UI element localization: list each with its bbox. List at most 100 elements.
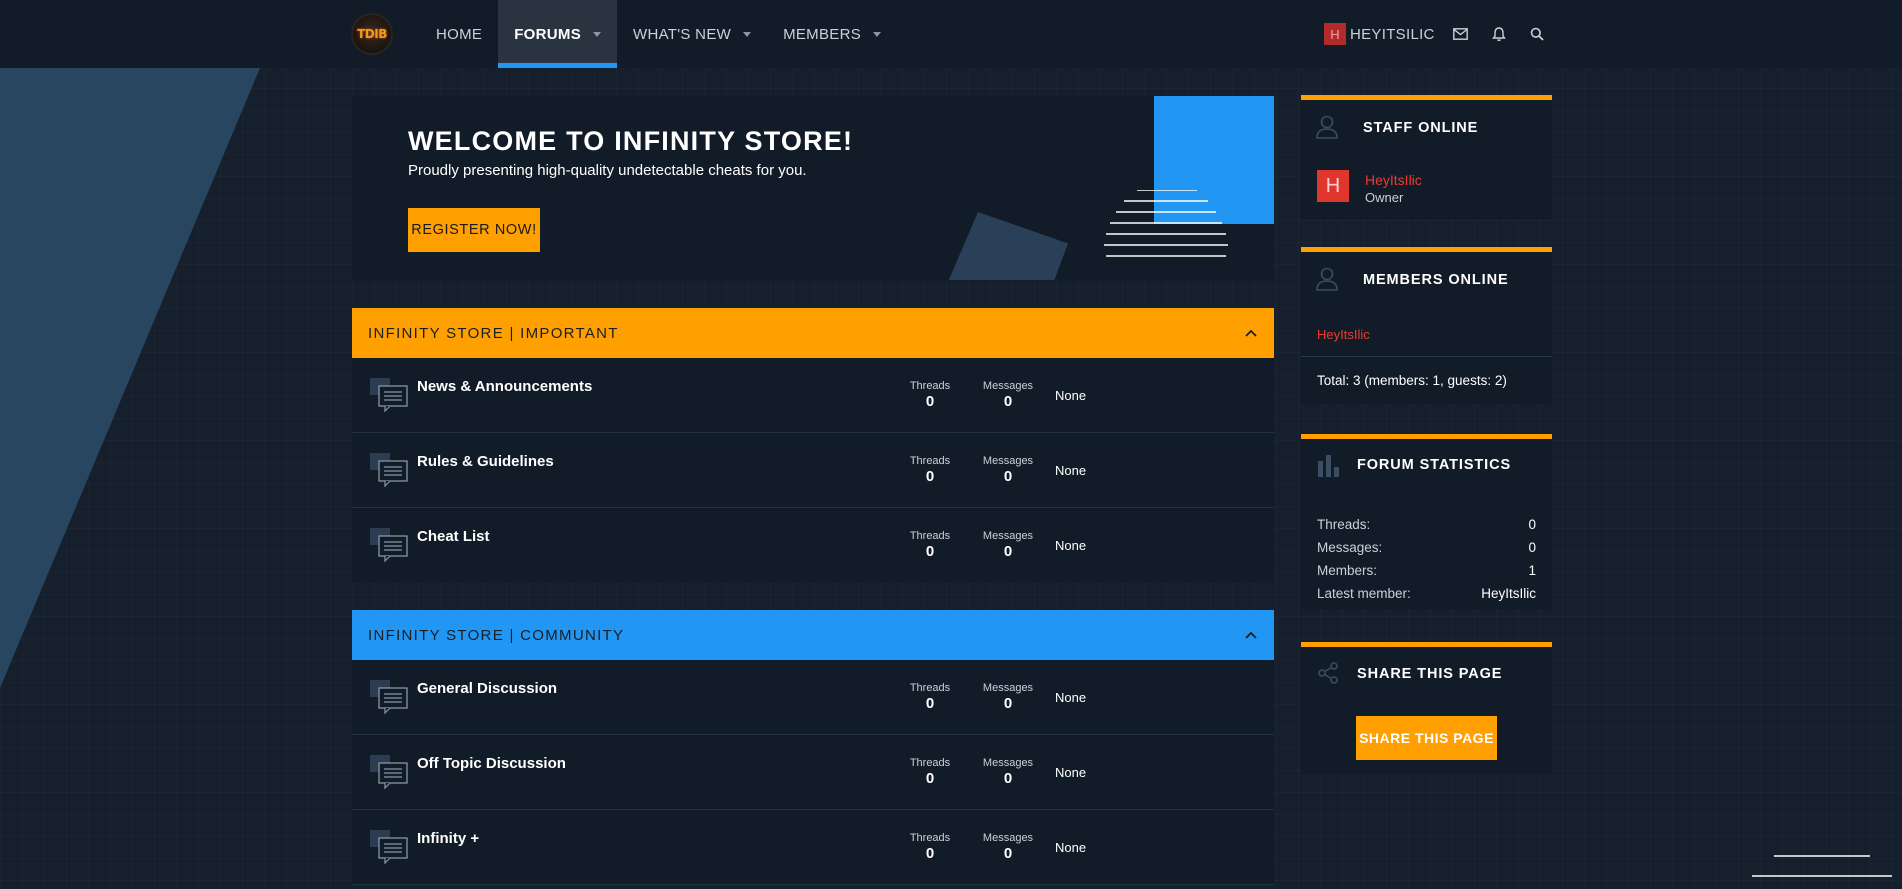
messages-count: 0 (1003, 468, 1013, 485)
caret-down-icon[interactable] (743, 31, 752, 37)
staff-member-name[interactable]: HeyItsIlic (1365, 172, 1422, 188)
messages-stat: Messages 0 (978, 682, 1038, 712)
messages-label: Messages (982, 757, 1034, 769)
threads-count: 0 (925, 695, 935, 712)
messages-label: Messages (982, 530, 1034, 542)
staff-avatar[interactable]: H (1317, 170, 1349, 202)
forum-title-link[interactable]: News & Announcements (417, 378, 592, 395)
last-post: None (1055, 388, 1087, 403)
staff-member-role: Owner (1365, 190, 1404, 205)
bell-icon[interactable] (1487, 22, 1511, 46)
stat-key: Threads: (1317, 517, 1371, 532)
category-title: INFINITY STORE | COMMUNITY (368, 626, 625, 644)
forum-chat-icon (370, 528, 408, 563)
threads-label: Threads (909, 530, 951, 542)
category-header-community[interactable]: INFINITY STORE | COMMUNITY (352, 610, 1274, 660)
threads-count: 0 (925, 845, 935, 862)
forum-row: Infinity + Threads 0 Messages 0 None (352, 810, 1274, 885)
category-header-important[interactable]: INFINITY STORE | IMPORTANT (352, 308, 1274, 358)
staff-online-title: STAFF ONLINE (1363, 120, 1479, 136)
threads-stat: Threads 0 (900, 380, 960, 410)
register-button[interactable]: REGISTER NOW! (408, 208, 540, 252)
user-menu-link[interactable]: HEYITSILIC (1350, 26, 1435, 43)
threads-stat: Threads 0 (900, 832, 960, 862)
members-online-title: MEMBERS ONLINE (1363, 272, 1509, 288)
messages-count: 0 (1003, 695, 1013, 712)
threads-label: Threads (909, 455, 951, 467)
stat-row-members: Members: 1 (1317, 563, 1536, 578)
welcome-title: WELCOME TO INFINITY STORE! (408, 126, 854, 156)
forum-title-link[interactable]: General Discussion (417, 680, 557, 697)
threads-label: Threads (909, 832, 951, 844)
user-avatar[interactable]: H (1324, 23, 1346, 45)
caret-down-icon[interactable] (873, 31, 882, 37)
divider (1301, 356, 1552, 357)
messages-stat: Messages 0 (978, 530, 1038, 560)
messages-count: 0 (1003, 393, 1013, 410)
site-logo[interactable]: TDIB (351, 13, 393, 55)
stat-row-latest-member: Latest member: HeyItsIlic (1317, 586, 1536, 601)
forum-title-link[interactable]: Infinity + (417, 830, 479, 847)
threads-stat: Threads 0 (900, 455, 960, 485)
banner-lines-decoration (1104, 190, 1228, 257)
nav-forums[interactable]: FORUMS (498, 0, 617, 68)
forum-row: News & Announcements Threads 0 Messages 0 … (352, 358, 1274, 433)
share-page-button[interactable]: SHARE THIS PAGE (1356, 716, 1497, 760)
members-online-block: MEMBERS ONLINE HeyItsIlic Total: 3 (memb… (1301, 247, 1552, 404)
latest-member-link[interactable]: HeyItsIlic (1481, 586, 1536, 601)
threads-label: Threads (909, 682, 951, 694)
bar-chart-icon (1318, 455, 1339, 477)
nav-members[interactable]: MEMBERS (767, 0, 897, 68)
messages-count: 0 (1003, 770, 1013, 787)
mail-icon[interactable] (1449, 22, 1473, 46)
forum-statistics-block: FORUM STATISTICS Threads: 0 Messages: 0 Me… (1301, 434, 1552, 609)
stat-value: 0 (1528, 540, 1536, 555)
messages-count: 0 (1003, 543, 1013, 560)
stat-value: 1 (1528, 563, 1536, 578)
forum-row: Rules & Guidelines Threads 0 Messages 0 No… (352, 433, 1274, 508)
stat-value: 0 (1528, 517, 1536, 532)
staff-online-block: STAFF ONLINE H HeyItsIlic Owner (1301, 95, 1552, 219)
forum-row: Off Topic Discussion Threads 0 Messages 0 … (352, 735, 1274, 810)
messages-label: Messages (982, 832, 1034, 844)
search-icon[interactable] (1525, 22, 1549, 46)
forum-title-link[interactable]: Rules & Guidelines (417, 453, 554, 470)
chevron-up-icon[interactable] (1244, 628, 1258, 642)
stat-row-threads: Threads: 0 (1317, 517, 1536, 532)
threads-count: 0 (925, 543, 935, 560)
last-post: None (1055, 840, 1087, 855)
messages-stat: Messages 0 (978, 832, 1038, 862)
nav-whats-new-label: WHAT'S NEW (633, 25, 732, 43)
share-title: SHARE THIS PAGE (1357, 666, 1503, 682)
banner-triangle (948, 212, 1068, 280)
share-block: SHARE THIS PAGE SHARE THIS PAGE (1301, 642, 1552, 774)
nav-forums-label: FORUMS (514, 25, 581, 43)
caret-down-icon[interactable] (593, 31, 601, 37)
messages-stat: Messages 0 (978, 380, 1038, 410)
stat-key: Members: (1317, 563, 1378, 578)
nav-whats-new[interactable]: WHAT'S NEW (617, 0, 767, 68)
forum-title-link[interactable]: Off Topic Discussion (417, 755, 566, 772)
online-member-link[interactable]: HeyItsIlic (1317, 327, 1370, 342)
messages-label: Messages (982, 682, 1034, 694)
messages-label: Messages (982, 380, 1034, 392)
category-title: INFINITY STORE | IMPORTANT (368, 324, 619, 342)
forum-statistics-title: FORUM STATISTICS (1357, 457, 1512, 473)
top-navigation-bar: TDIB HOME FORUMS WHAT'S NEW MEMBERS H HE… (0, 0, 1902, 68)
forum-chat-icon (370, 680, 408, 715)
forum-title-link[interactable]: Cheat List (417, 528, 490, 545)
corner-lines-decoration (1752, 855, 1892, 877)
chevron-up-icon[interactable] (1244, 326, 1258, 340)
nav-home[interactable]: HOME (420, 0, 498, 68)
forum-chat-icon (370, 830, 408, 865)
stat-row-messages: Messages: 0 (1317, 540, 1536, 555)
threads-label: Threads (909, 757, 951, 769)
threads-count: 0 (925, 393, 935, 410)
forum-chat-icon (370, 378, 408, 413)
forum-chat-icon (370, 755, 408, 790)
messages-label: Messages (982, 455, 1034, 467)
user-area: H HEYITSILIC (1324, 0, 1549, 68)
threads-label: Threads (909, 380, 951, 392)
members-online-total: Total: 3 (members: 1, guests: 2) (1317, 373, 1507, 388)
last-post: None (1055, 765, 1087, 780)
